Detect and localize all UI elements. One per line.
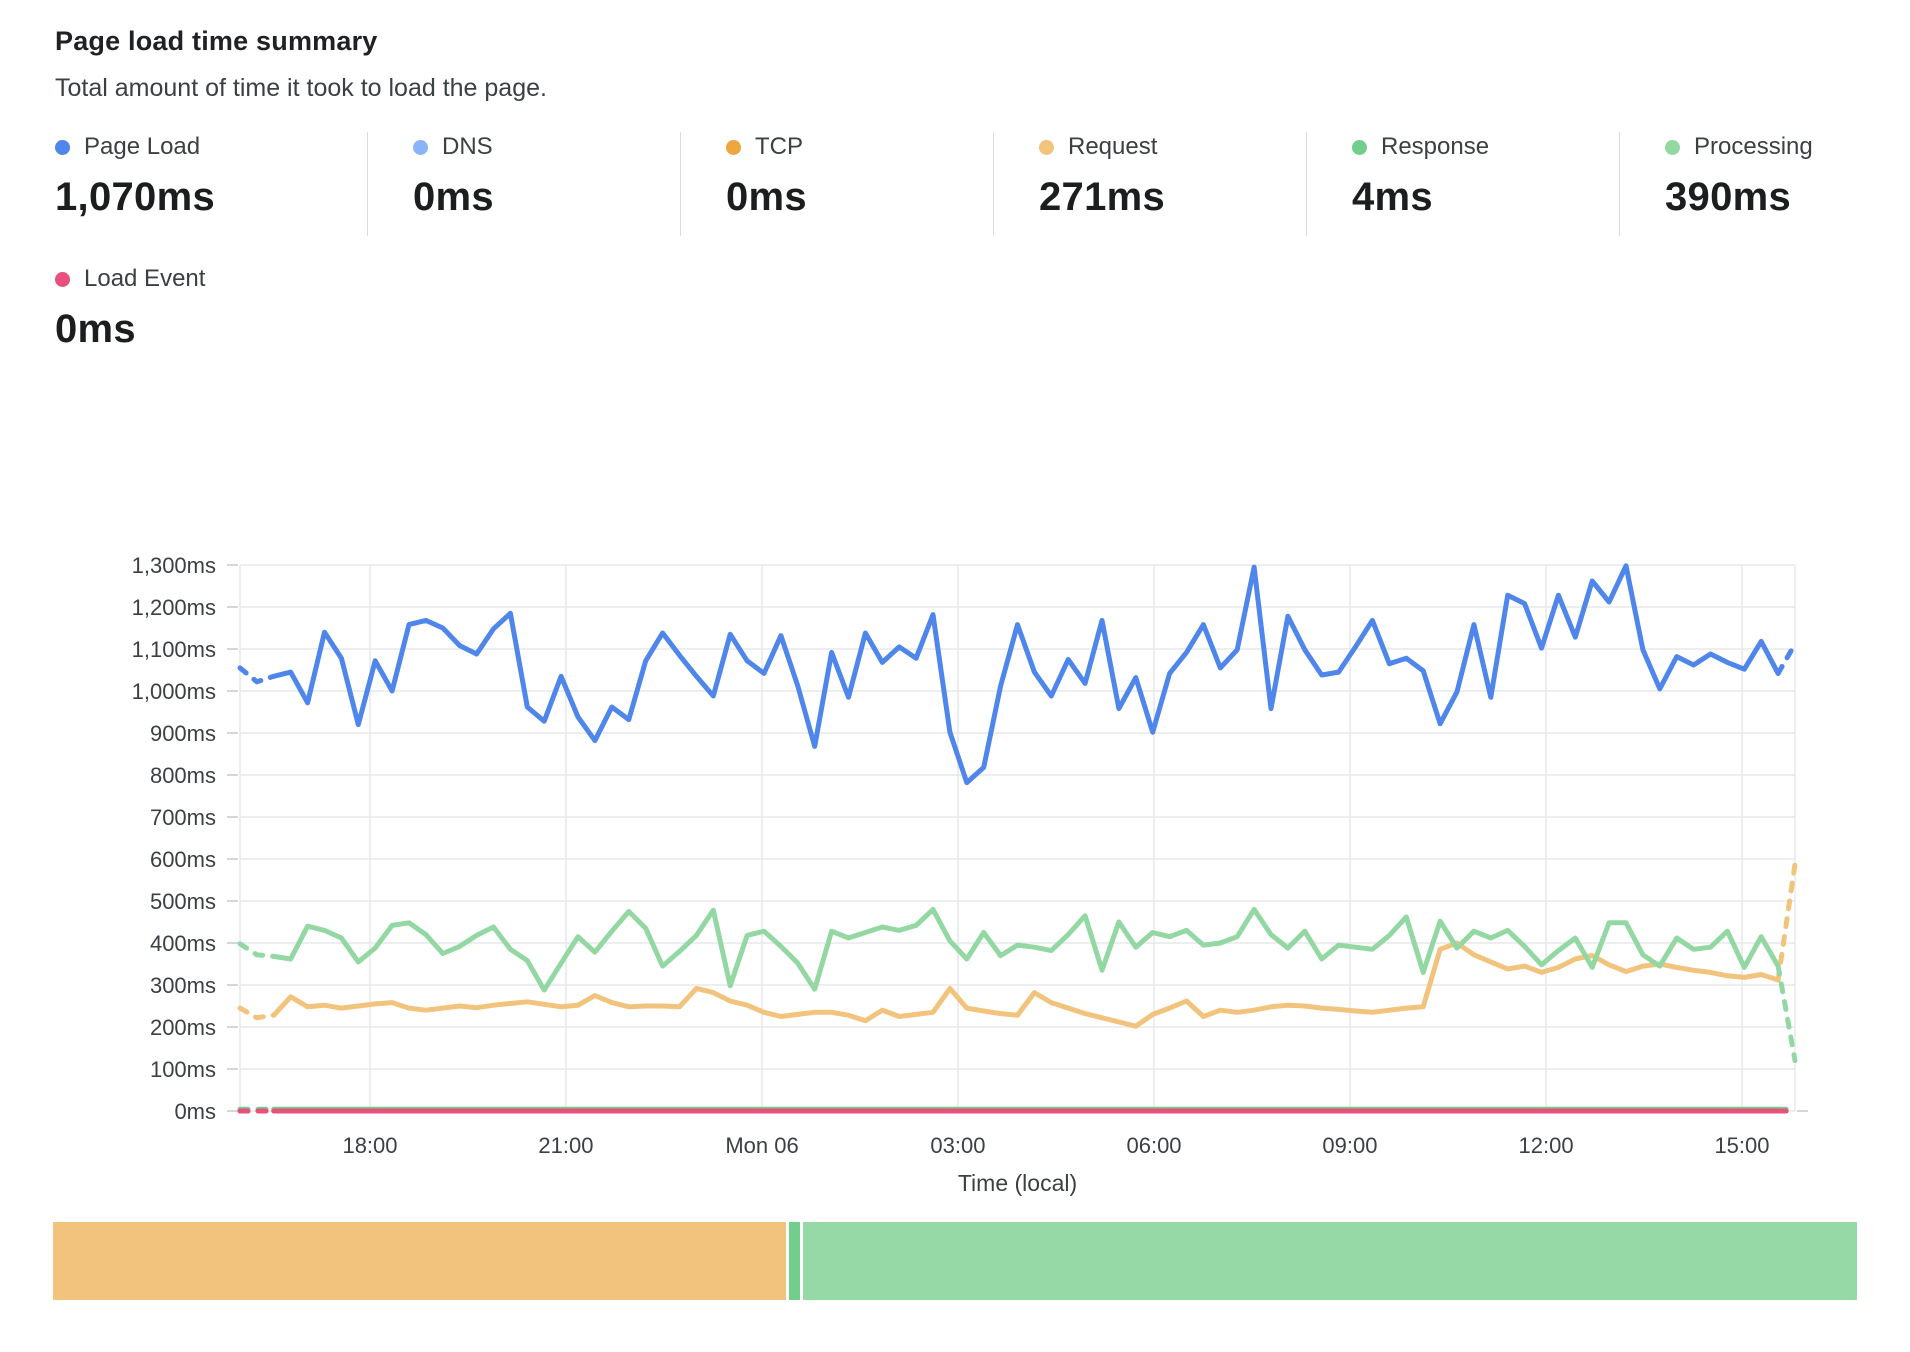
y-axis-label: 200ms bbox=[150, 1015, 216, 1040]
x-axis-label: 21:00 bbox=[538, 1133, 593, 1158]
y-axis-label: 600ms bbox=[150, 847, 216, 872]
series-line-page-load bbox=[274, 566, 1778, 783]
y-axis-label: 1,300ms bbox=[132, 553, 216, 578]
series-line-processing bbox=[240, 944, 274, 957]
y-axis-label: 800ms bbox=[150, 763, 216, 788]
series-line-request bbox=[240, 1008, 274, 1018]
x-axis-label: Mon 06 bbox=[725, 1133, 798, 1158]
series-line-page-load bbox=[240, 668, 274, 682]
x-axis-label: 15:00 bbox=[1714, 1133, 1769, 1158]
y-axis-label: 300ms bbox=[150, 973, 216, 998]
y-axis-label: 1,000ms bbox=[132, 679, 216, 704]
y-axis-label: 900ms bbox=[150, 721, 216, 746]
y-axis-label: 400ms bbox=[150, 931, 216, 956]
bar-segment-request bbox=[53, 1222, 786, 1300]
series-line-request bbox=[1778, 864, 1795, 980]
series-line-processing bbox=[1778, 966, 1795, 1061]
y-axis-label: 1,200ms bbox=[132, 595, 216, 620]
bar-segment-processing bbox=[803, 1222, 1857, 1300]
y-axis-label: 1,100ms bbox=[132, 637, 216, 662]
y-axis-label: 500ms bbox=[150, 889, 216, 914]
y-axis-label: 700ms bbox=[150, 805, 216, 830]
x-axis-label: 12:00 bbox=[1519, 1133, 1574, 1158]
load-time-composition-bar bbox=[53, 1222, 1857, 1300]
bar-segment-response bbox=[789, 1222, 800, 1300]
x-axis-label: 06:00 bbox=[1126, 1133, 1181, 1158]
x-axis-label: 18:00 bbox=[342, 1133, 397, 1158]
series-line-processing bbox=[274, 909, 1778, 990]
y-axis-label: 0ms bbox=[174, 1099, 216, 1124]
x-axis-label: 03:00 bbox=[930, 1133, 985, 1158]
y-axis-label: 100ms bbox=[150, 1057, 216, 1082]
page-load-time-chart[interactable]: 0ms 100ms 200ms 300ms 400ms 500ms 600ms 700ms 80… bbox=[0, 0, 1910, 1210]
x-axis-label: 09:00 bbox=[1322, 1133, 1377, 1158]
x-axis-title: Time (local) bbox=[958, 1170, 1077, 1196]
